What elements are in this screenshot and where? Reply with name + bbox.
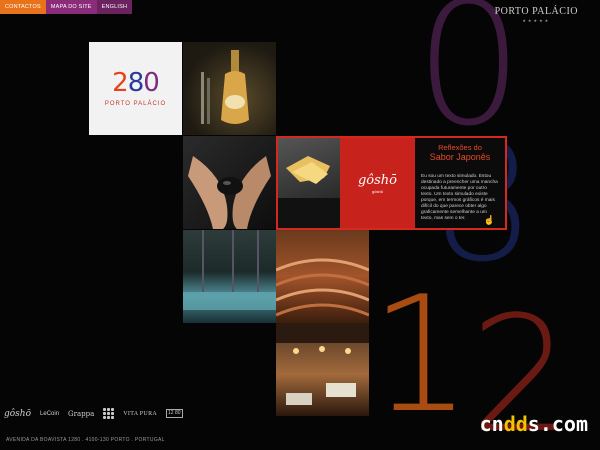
photo-tile-restaurant[interactable] <box>276 323 369 416</box>
logo-subtitle: PORTO PALÁCIO <box>104 101 167 107</box>
partner-gosho[interactable]: gôshō <box>4 409 31 419</box>
logo-number: 280 <box>112 68 160 98</box>
brand-logo[interactable]: PORTO PALÁCIO ★★★★★ <box>495 6 578 23</box>
footer-address: AVENIDA DA BOAVISTA 1280 . 4100-130 PORT… <box>6 437 165 443</box>
nav-contactos[interactable]: CONTACTOS <box>0 0 46 14</box>
logo-tile-1280[interactable]: 280 PORTO PALÁCIO <box>89 42 182 135</box>
nav-mapa-do-site[interactable]: MAPA DO SITE <box>45 0 97 14</box>
partner-logos: gôshō LeCoin Grappa VITA PURA 12 80 <box>4 408 183 419</box>
partner-grappa[interactable]: Grappa <box>68 410 94 418</box>
partner-lecoin[interactable]: LeCoin <box>40 411 59 417</box>
photo-tile-pool[interactable] <box>183 230 276 323</box>
pool-image <box>183 230 276 310</box>
gosho-logo: gôshō gôshō <box>340 138 415 228</box>
watermark: cndds.com <box>479 412 588 436</box>
partner-vitapura[interactable]: VITA PURA <box>123 411 157 417</box>
restaurant-image <box>276 323 369 405</box>
photo-tile-auditorium[interactable] <box>276 230 369 323</box>
auditorium-image <box>276 258 369 317</box>
partner-1280[interactable]: 12 80 <box>166 409 183 418</box>
feature-text: Reflexões do Sabor Japonês Eu sou um tex… <box>415 138 505 228</box>
feature-photo-food <box>278 138 340 228</box>
partner-dots-icon[interactable] <box>103 408 115 419</box>
brand-name: PORTO PALÁCIO <box>494 6 578 17</box>
nav-english[interactable]: ENGLISH <box>96 0 133 14</box>
feature-card-gosho[interactable]: gôshō gôshō Reflexões do Sabor Japonês E… <box>276 136 507 230</box>
decor-digit-one: 1 <box>370 261 472 448</box>
photo-tile-hands-stone[interactable] <box>183 136 276 229</box>
hands-image <box>188 156 271 229</box>
top-nav: CONTACTOS MAPA DO SITE ENGLISH <box>0 0 133 14</box>
feature-heading: Reflexões do Sabor Japonês <box>429 143 491 162</box>
photo-tile-bottle[interactable] <box>183 42 276 135</box>
bottle-image <box>201 50 249 124</box>
brand-stars: ★★★★★ <box>522 18 551 23</box>
hand-cursor-icon: ☝ <box>483 215 495 225</box>
